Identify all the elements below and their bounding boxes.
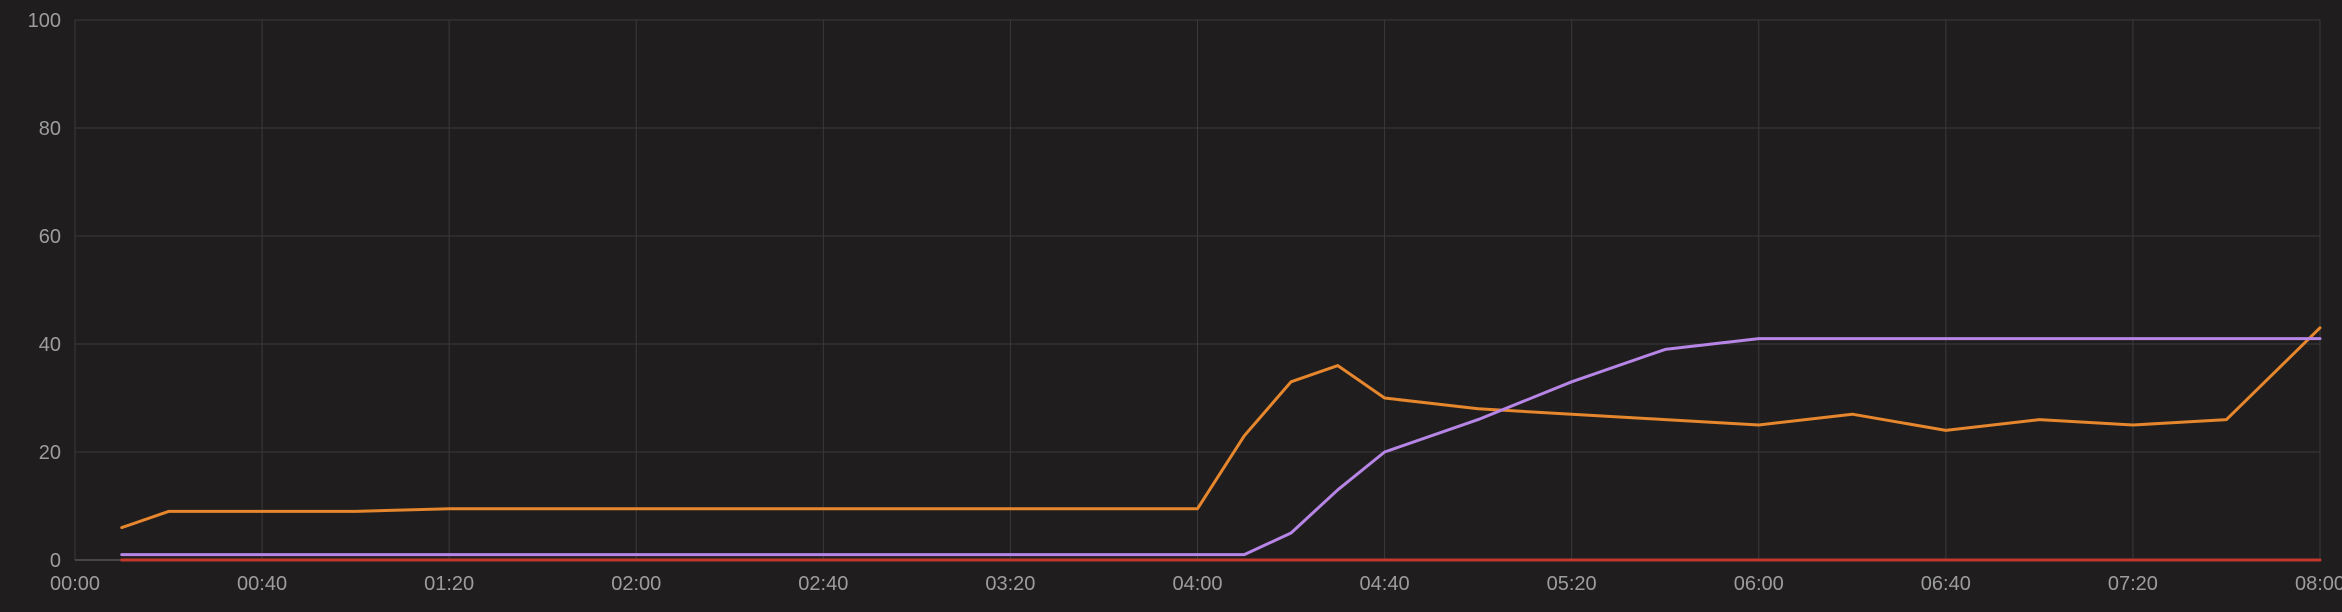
x-tick-label: 00:40: [237, 573, 287, 595]
x-tick-label: 00:00: [50, 573, 100, 595]
chart-svg: 0 20 40 60 80 100 00:00 00:40 01:20 02:00 02:40 03:…: [0, 0, 2342, 612]
y-tick-label: 40: [39, 334, 61, 356]
x-tick-label: 01:20: [424, 573, 474, 595]
y-tick-label: 20: [39, 442, 61, 464]
x-tick-label: 02:00: [611, 573, 661, 595]
y-tick-label: 80: [39, 118, 61, 140]
x-tick-label: 04:00: [1172, 573, 1222, 595]
x-tick-label: 06:40: [1921, 573, 1971, 595]
x-tick-label: 03:20: [985, 573, 1035, 595]
x-tick-label: 07:20: [2108, 573, 2158, 595]
y-tick-label: 0: [50, 550, 61, 572]
x-tick-label: 06:00: [1734, 573, 1784, 595]
y-tick-label: 100: [28, 10, 61, 32]
y-tick-label: 60: [39, 226, 61, 248]
x-tick-label: 08:00: [2295, 573, 2342, 595]
series-orange: [122, 328, 2320, 528]
x-tick-label: 02:40: [798, 573, 848, 595]
line-chart: 0 20 40 60 80 100 00:00 00:40 01:20 02:00 02:40 03:…: [0, 0, 2342, 612]
x-tick-label: 04:40: [1360, 573, 1410, 595]
x-tick-label: 05:20: [1547, 573, 1597, 595]
series-purple: [122, 339, 2320, 555]
